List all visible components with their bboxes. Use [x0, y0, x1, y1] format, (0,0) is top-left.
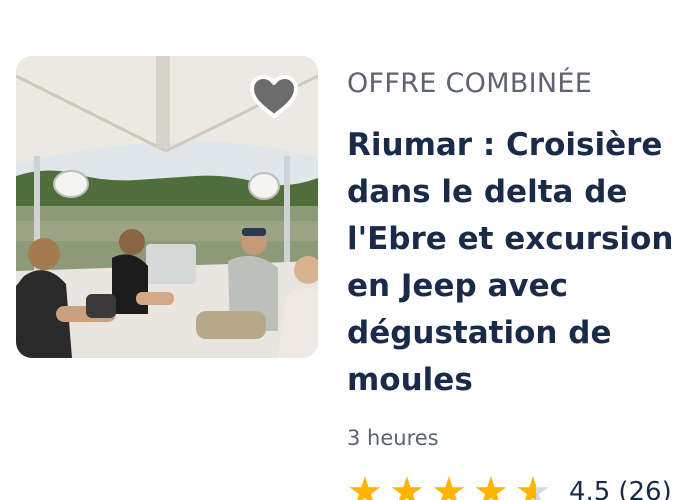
star-icon: ★ [473, 469, 509, 500]
activity-duration: 3 heures [347, 426, 439, 450]
half-star-icon: ★ [515, 472, 557, 500]
rating-row: ★ ★ ★ ★ ★ 4.5 (26) [347, 469, 672, 500]
star-icon: ★ [431, 469, 467, 500]
activity-card[interactable]: OFFRE COMBINÉE Riumar : Croisière dans l… [0, 0, 700, 500]
star-icon: ★ [347, 469, 383, 500]
review-count[interactable]: (26) [618, 477, 671, 500]
rating-value: 4.5 [569, 477, 611, 500]
wishlist-button[interactable] [249, 74, 299, 120]
star-icon: ★ [389, 469, 425, 500]
activity-title[interactable]: Riumar : Croisière dans le delta de l'Eb… [347, 122, 697, 404]
heart-icon [250, 75, 298, 118]
offer-category-label: OFFRE COMBINÉE [347, 68, 593, 99]
